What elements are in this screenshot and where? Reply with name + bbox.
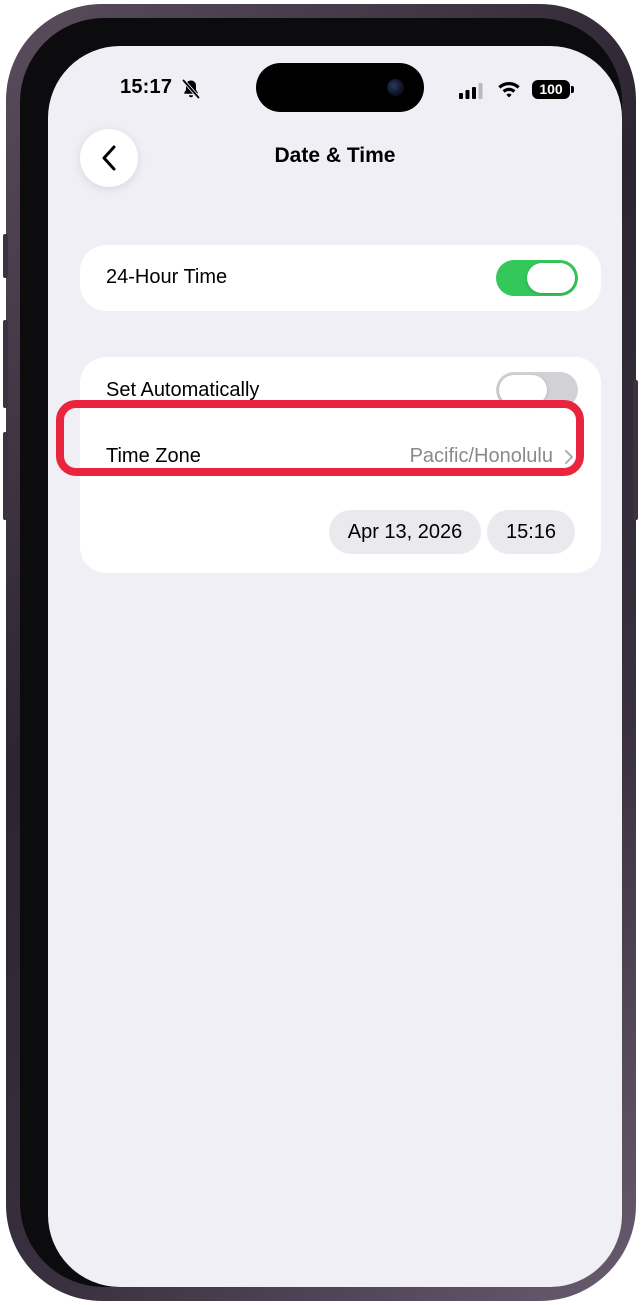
battery-level: 100 [532,80,570,99]
set-automatically-toggle[interactable] [496,372,578,408]
phone-bezel: 15:17 100 Date & Time 24-Hour Time Set A… [20,18,622,1287]
screen: 15:17 100 Date & Time 24-Hour Time Set A… [48,46,622,1287]
volume-down-button [3,432,8,520]
time-zone-row[interactable]: Time Zone Pacific/Honolulu [80,423,601,489]
wifi-icon [498,82,520,98]
set-automatically-label: Set Automatically [106,379,260,401]
front-camera [387,79,404,96]
date-time-card: Set Automatically Time Zone Pacific/Hono… [80,357,601,573]
action-button [3,234,8,278]
bell-slash-icon [182,79,200,99]
hour-format-card: 24-Hour Time [80,245,601,311]
battery-icon: 100 [532,80,574,99]
date-picker-button[interactable]: Apr 13, 2026 [329,510,481,554]
chevron-right-icon [565,450,573,464]
page-title: Date & Time [274,144,396,167]
time-zone-value: Pacific/Honolulu [409,445,553,467]
volume-up-button [3,320,8,408]
time-picker-button[interactable]: 15:16 [487,510,575,554]
toggle-knob [527,263,575,293]
phone-frame: 15:17 100 Date & Time 24-Hour Time Set A… [6,4,636,1301]
cellular-signal-icon [459,83,483,99]
hour-format-label: 24-Hour Time [106,266,228,288]
dynamic-island [256,63,424,112]
status-bar-time: 15:17 [120,76,173,98]
toggle-knob [499,375,547,405]
power-button [633,380,638,520]
battery-tip [571,86,574,93]
time-zone-label: Time Zone [106,445,201,467]
hour-format-toggle[interactable] [496,260,578,296]
home-indicator-area [48,1257,622,1287]
